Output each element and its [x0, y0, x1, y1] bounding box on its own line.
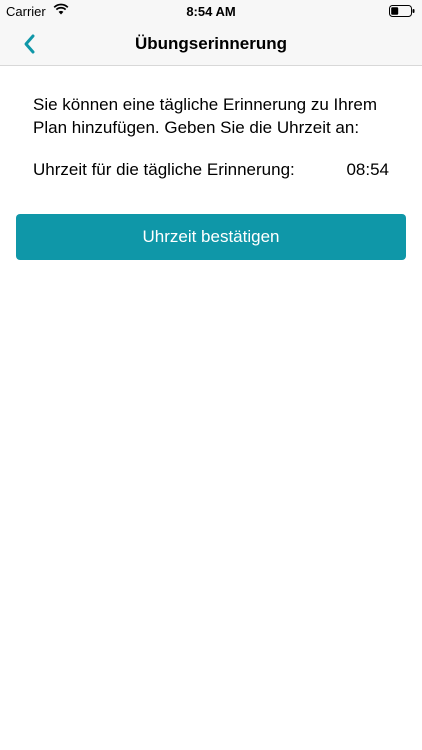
reminder-time-value[interactable]: 08:54 — [346, 160, 389, 180]
confirm-time-button[interactable]: Uhrzeit bestätigen — [16, 214, 406, 260]
reminder-time-label: Uhrzeit für die tägliche Erinnerung: — [33, 160, 295, 179]
status-bar: Carrier 8:54 AM — [0, 0, 422, 22]
navigation-bar: Übungserinnerung — [0, 22, 422, 66]
reminder-time-row[interactable]: Uhrzeit für die tägliche Erinnerung: 08:… — [33, 160, 389, 184]
battery-icon — [389, 5, 415, 17]
status-time: 8:54 AM — [186, 4, 236, 19]
intro-text: Sie können eine tägliche Erinnerung zu I… — [33, 95, 377, 137]
page-title: Übungserinnerung — [134, 34, 288, 53]
